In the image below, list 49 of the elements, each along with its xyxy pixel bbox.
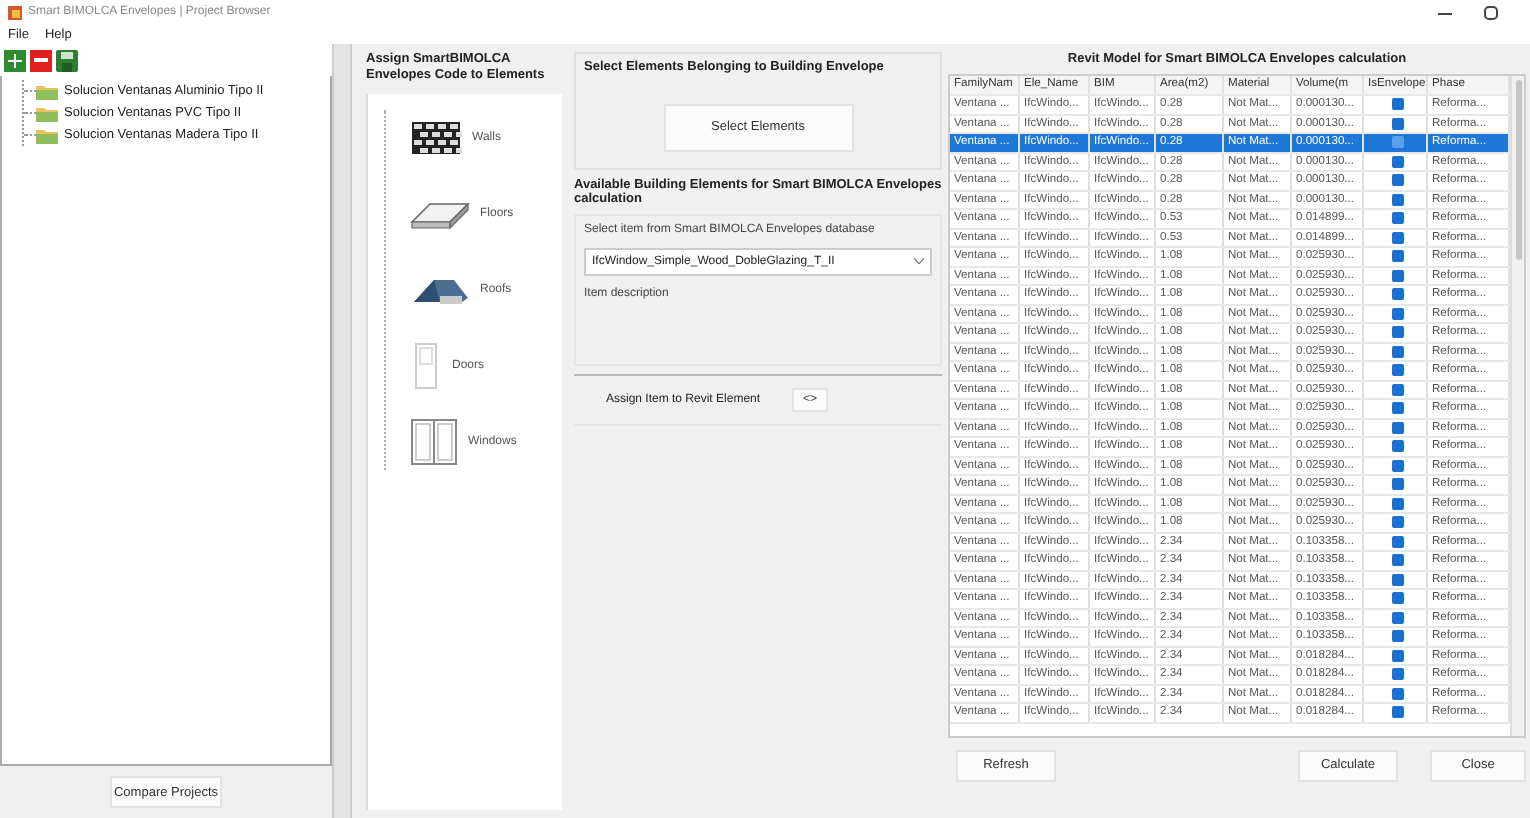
floor-slab-icon — [410, 198, 470, 230]
folder-icon — [36, 105, 58, 121]
chevron-down-icon — [914, 258, 924, 264]
door-icon — [410, 342, 442, 390]
checkbox[interactable] — [1391, 250, 1403, 263]
add-button[interactable] — [4, 49, 26, 71]
checkbox[interactable] — [1391, 345, 1403, 358]
app-icon — [8, 5, 22, 19]
plus-icon — [8, 53, 22, 67]
checkbox[interactable] — [1391, 98, 1403, 111]
checkbox[interactable] — [1391, 326, 1403, 339]
checkbox[interactable] — [1391, 212, 1403, 225]
checkbox[interactable] — [1391, 649, 1403, 662]
checkbox[interactable] — [1391, 535, 1403, 548]
checkbox[interactable] — [1391, 193, 1403, 206]
checkbox[interactable] — [1391, 174, 1403, 187]
checkbox[interactable] — [1391, 117, 1403, 130]
checkbox[interactable] — [1391, 421, 1403, 434]
checkbox[interactable] — [1391, 592, 1403, 605]
checkbox[interactable] — [1391, 687, 1403, 700]
checkbox[interactable] — [1391, 478, 1403, 491]
checkbox[interactable] — [1391, 231, 1403, 244]
checkbox[interactable] — [1391, 706, 1403, 719]
folder-icon — [36, 127, 58, 143]
checkbox[interactable] — [1391, 516, 1403, 529]
checkbox[interactable] — [1391, 497, 1403, 510]
brick-wall-icon — [410, 120, 462, 156]
minus-icon — [34, 58, 48, 62]
checkbox[interactable] — [1391, 611, 1403, 624]
checkbox[interactable] — [1391, 288, 1403, 301]
checkbox[interactable] — [1391, 440, 1403, 453]
checkbox[interactable] — [1391, 364, 1403, 377]
checkbox[interactable] — [1391, 573, 1403, 586]
folder-icon — [36, 83, 58, 99]
checkbox[interactable] — [1391, 155, 1403, 168]
checkbox[interactable] — [1391, 136, 1403, 149]
checkbox[interactable] — [1391, 269, 1403, 282]
checkbox[interactable] — [1391, 402, 1403, 415]
checkbox[interactable] — [1391, 459, 1403, 472]
checkbox[interactable] — [1391, 668, 1403, 681]
checkbox[interactable] — [1391, 307, 1403, 320]
roof-icon — [410, 274, 470, 306]
maximize-icon[interactable] — [1484, 5, 1498, 19]
checkbox[interactable] — [1391, 554, 1403, 567]
remove-button[interactable] — [30, 49, 52, 71]
window-icon — [410, 418, 458, 466]
save-icon[interactable] — [56, 49, 78, 71]
checkbox[interactable] — [1391, 630, 1403, 643]
checkbox[interactable] — [1391, 383, 1403, 396]
